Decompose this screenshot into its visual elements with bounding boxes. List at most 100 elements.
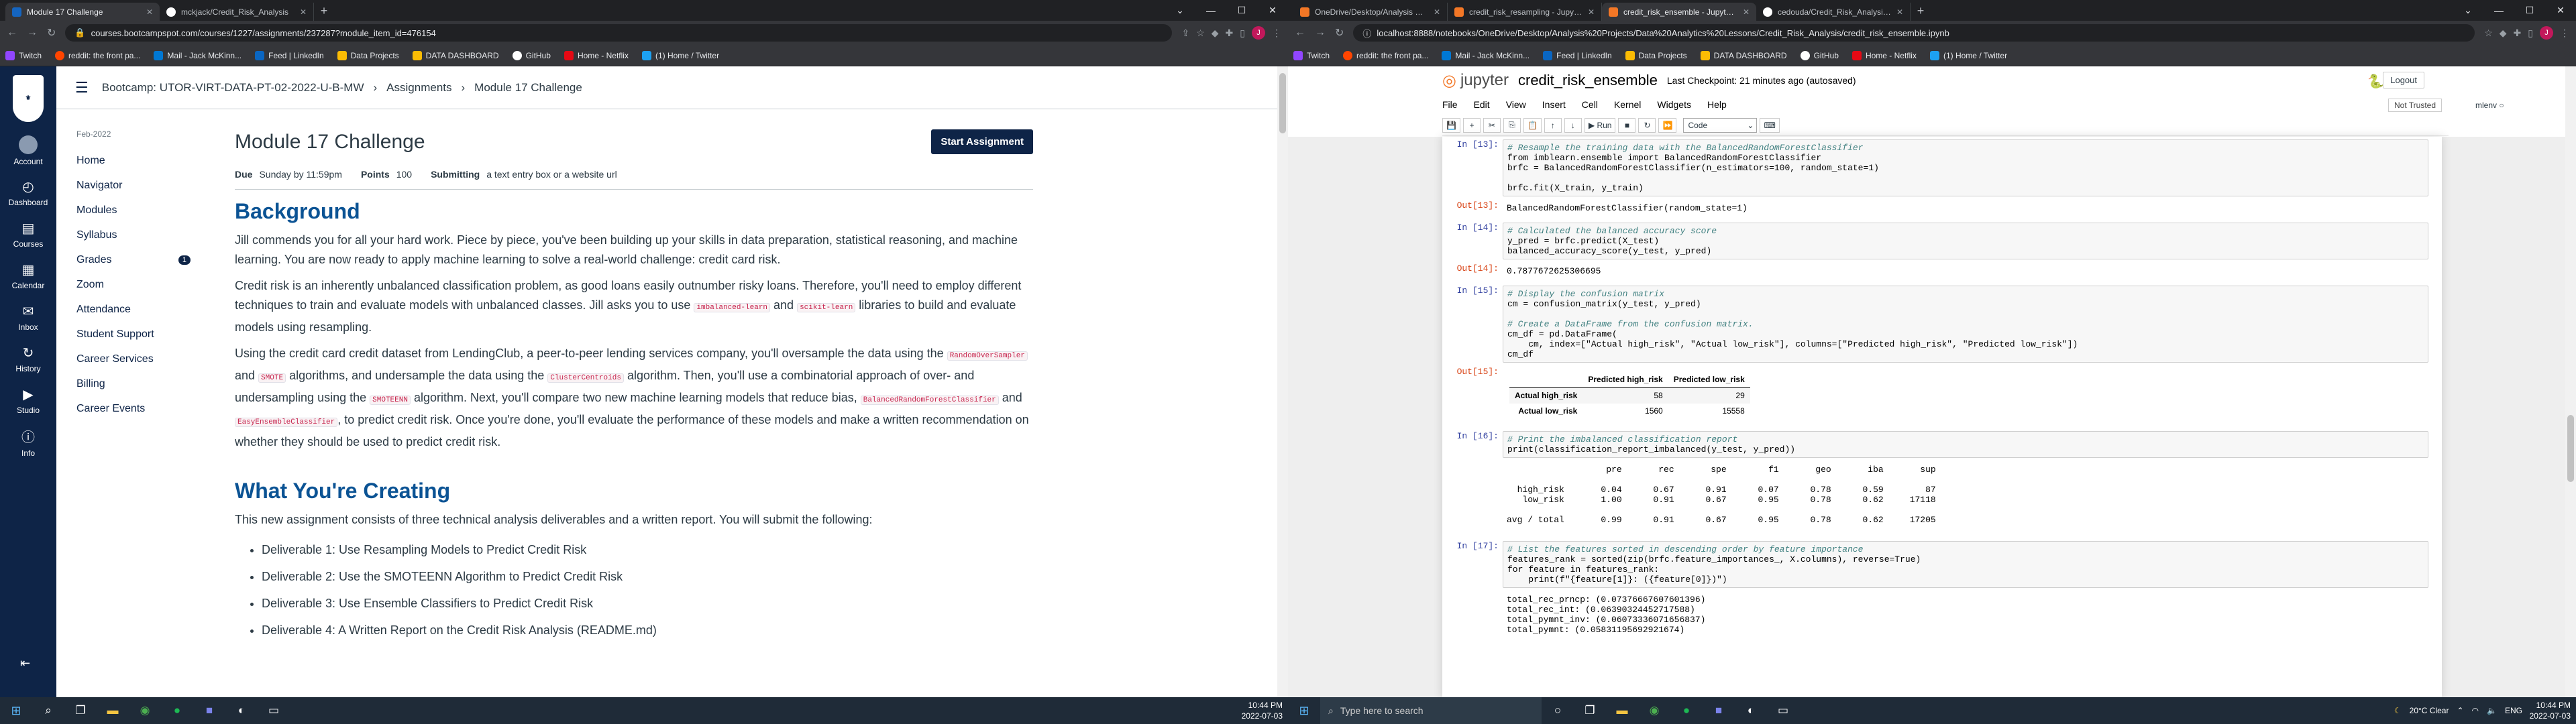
profile-avatar[interactable]: J [2540, 26, 2553, 40]
logout-button[interactable]: Logout [2383, 72, 2424, 88]
bookmark-item[interactable]: (1) Home / Twitter [1929, 50, 2007, 60]
bookmark-item[interactable]: Mail - Jack McKinn... [154, 50, 241, 60]
url-field[interactable]: ⓘ localhost:8888/notebooks/OneDrive/Deskt… [1353, 24, 2475, 42]
chevron-up-icon[interactable]: ⌃ [2457, 706, 2463, 715]
browser-tab[interactable]: OneDrive/Desktop/Analysis Proj... ✕ [1293, 3, 1448, 21]
course-nav-attendance[interactable]: Attendance [76, 297, 231, 322]
save-icon[interactable]: 💾 [1442, 117, 1460, 133]
minimize-button[interactable]: — [1195, 0, 1226, 21]
notebook-name[interactable]: credit_risk_ensemble [1518, 72, 1658, 89]
scrollbar[interactable] [1277, 66, 1288, 697]
menu-icon[interactable]: ⋮ [2560, 27, 2569, 39]
cell-type-select[interactable]: Code ⌄ [1683, 117, 1758, 133]
close-window-button[interactable]: ✕ [1257, 0, 1288, 21]
code-cell[interactable]: In [17]: # List the features sorted in d… [1442, 541, 2442, 588]
course-nav-navigator[interactable]: Navigator [76, 173, 231, 198]
cell-input[interactable]: # List the features sorted in descending… [1503, 541, 2428, 588]
chevron-down-icon[interactable]: ⌄ [2453, 0, 2483, 21]
close-icon[interactable]: ✕ [146, 7, 153, 17]
course-nav-modules[interactable]: Modules [76, 198, 231, 223]
share-icon[interactable]: ⇪ [1181, 27, 1189, 39]
taskbar-search[interactable]: ⌕ Type here to search [1320, 697, 1542, 724]
chevron-down-icon[interactable]: ⌄ [1165, 0, 1195, 21]
course-nav-career-events[interactable]: Career Events [76, 396, 231, 421]
move-down-icon[interactable]: ↓ [1564, 117, 1582, 133]
reload-icon[interactable]: ↻ [1335, 26, 1344, 40]
bookmark-item[interactable]: GitHub [1800, 50, 1839, 60]
add-cell-icon[interactable]: + [1462, 117, 1481, 133]
restart-icon[interactable]: ↻ [1638, 117, 1656, 133]
teams-icon[interactable]: ■ [193, 697, 225, 724]
new-tab-button[interactable]: + [1911, 4, 1931, 21]
browser-tab[interactable]: cedouda/Credit_Risk_Analysis: Bu... ✕ [1756, 3, 1911, 21]
global-nav-history[interactable]: ↻ History [0, 338, 56, 379]
stop-icon[interactable]: ■ [1618, 117, 1636, 133]
back-icon[interactable]: ← [7, 27, 17, 39]
volume-icon[interactable]: 🔈 [2487, 706, 2497, 715]
cell-input[interactable]: # Resample the training data with the Ba… [1503, 139, 2428, 196]
bookmark-item[interactable]: DATA DASHBOARD [1700, 50, 1787, 60]
file-explorer-icon[interactable]: ▬ [97, 697, 129, 724]
menu-kernel[interactable]: Kernel [1614, 99, 1641, 110]
chrome-icon[interactable]: ◉ [129, 697, 161, 724]
bookmark-item[interactable]: Home - Netflix [1851, 50, 1917, 60]
copy-icon[interactable]: ⎘ [1503, 117, 1521, 133]
forward-icon[interactable]: → [1315, 27, 1326, 39]
close-icon[interactable]: ✕ [1434, 7, 1440, 17]
close-icon[interactable]: ✕ [1896, 7, 1903, 17]
task-view-icon[interactable]: ❐ [64, 697, 97, 724]
browser-tab[interactable]: credit_risk_ensemble - Jupyter N... ✕ [1602, 3, 1756, 21]
course-nav-career-services[interactable]: Career Services [76, 347, 231, 371]
breadcrumb-course[interactable]: Bootcamp: UTOR-VIRT-DATA-PT-02-2022-U-B-… [102, 81, 364, 95]
minimize-button[interactable]: — [2483, 0, 2514, 21]
bookmark-item[interactable]: Twitch [5, 50, 42, 60]
collapse-nav-icon[interactable]: ⇤ [20, 656, 30, 670]
bookmark-item[interactable]: Twitch [1293, 50, 1330, 60]
scrollbar[interactable] [2565, 66, 2576, 697]
file-explorer-icon[interactable]: ▬ [1606, 697, 1638, 724]
task-view-icon[interactable]: ❐ [1574, 697, 1606, 724]
global-nav-inbox[interactable]: ✉ Inbox [0, 296, 56, 338]
weather-text[interactable]: 20°C Clear [2410, 706, 2449, 715]
menu-view[interactable]: View [1506, 99, 1526, 110]
course-nav-zoom[interactable]: Zoom [76, 272, 231, 297]
global-nav-info[interactable]: ⓘ Info [0, 421, 56, 463]
puzzle-icon[interactable]: ✚ [2514, 27, 2522, 39]
clock[interactable]: 10:44 PM 2022-07-03 [1242, 700, 1283, 721]
keyboard-icon[interactable]: ⌨ [1760, 117, 1780, 133]
code-cell[interactable]: In [13]: # Resample the training data wi… [1442, 139, 2442, 196]
reload-icon[interactable]: ↻ [47, 26, 56, 40]
cell-input[interactable]: # Print the imbalanced classification re… [1503, 431, 2428, 458]
bookmark-item[interactable]: Mail - Jack McKinn... [1442, 50, 1529, 60]
clock[interactable]: 10:44 PM 2022-07-03 [2530, 700, 2571, 721]
university-logo[interactable]: ⚜ [0, 66, 56, 130]
menu-insert[interactable]: Insert [1542, 99, 1566, 110]
forward-icon[interactable]: → [27, 27, 38, 39]
bookmark-item[interactable]: Data Projects [337, 50, 399, 60]
move-up-icon[interactable]: ↑ [1544, 117, 1562, 133]
course-nav-home[interactable]: Home [76, 148, 231, 173]
code-cell[interactable]: In [15]: # Display the confusion matrix … [1442, 286, 2442, 363]
spotify-icon[interactable]: ● [161, 697, 193, 724]
cell-input[interactable]: # Display the confusion matrix cm = conf… [1503, 286, 2428, 363]
hamburger-icon[interactable]: ☰ [75, 79, 89, 97]
global-nav-dashboard[interactable]: ◴ Dashboard [0, 172, 56, 213]
scrollbar-thumb[interactable] [1279, 73, 1286, 133]
bookmark-item[interactable]: Data Projects [1625, 50, 1687, 60]
search-icon[interactable]: ⌕ [32, 697, 64, 724]
code-cell[interactable]: In [16]: # Print the imbalanced classifi… [1442, 431, 2442, 458]
course-nav-syllabus[interactable]: Syllabus [76, 223, 231, 247]
breadcrumb-assignments[interactable]: Assignments [386, 81, 451, 95]
global-nav-courses[interactable]: ▤ Courses [0, 213, 56, 255]
star-icon[interactable]: ☆ [1196, 27, 1205, 39]
course-nav-student-support[interactable]: Student Support [76, 322, 231, 347]
bookmark-item[interactable]: Feed | LinkedIn [255, 50, 324, 60]
cut-icon[interactable]: ✂ [1483, 117, 1501, 133]
sidebar-icon[interactable]: ▯ [2528, 27, 2533, 39]
puzzle-icon[interactable]: ✚ [1226, 27, 1234, 39]
menu-file[interactable]: File [1442, 99, 1458, 110]
menu-edit[interactable]: Edit [1474, 99, 1490, 110]
app-icon[interactable]: ▭ [1767, 697, 1799, 724]
bookmark-item[interactable]: Feed | LinkedIn [1543, 50, 1612, 60]
teams-icon[interactable]: ■ [1703, 697, 1735, 724]
